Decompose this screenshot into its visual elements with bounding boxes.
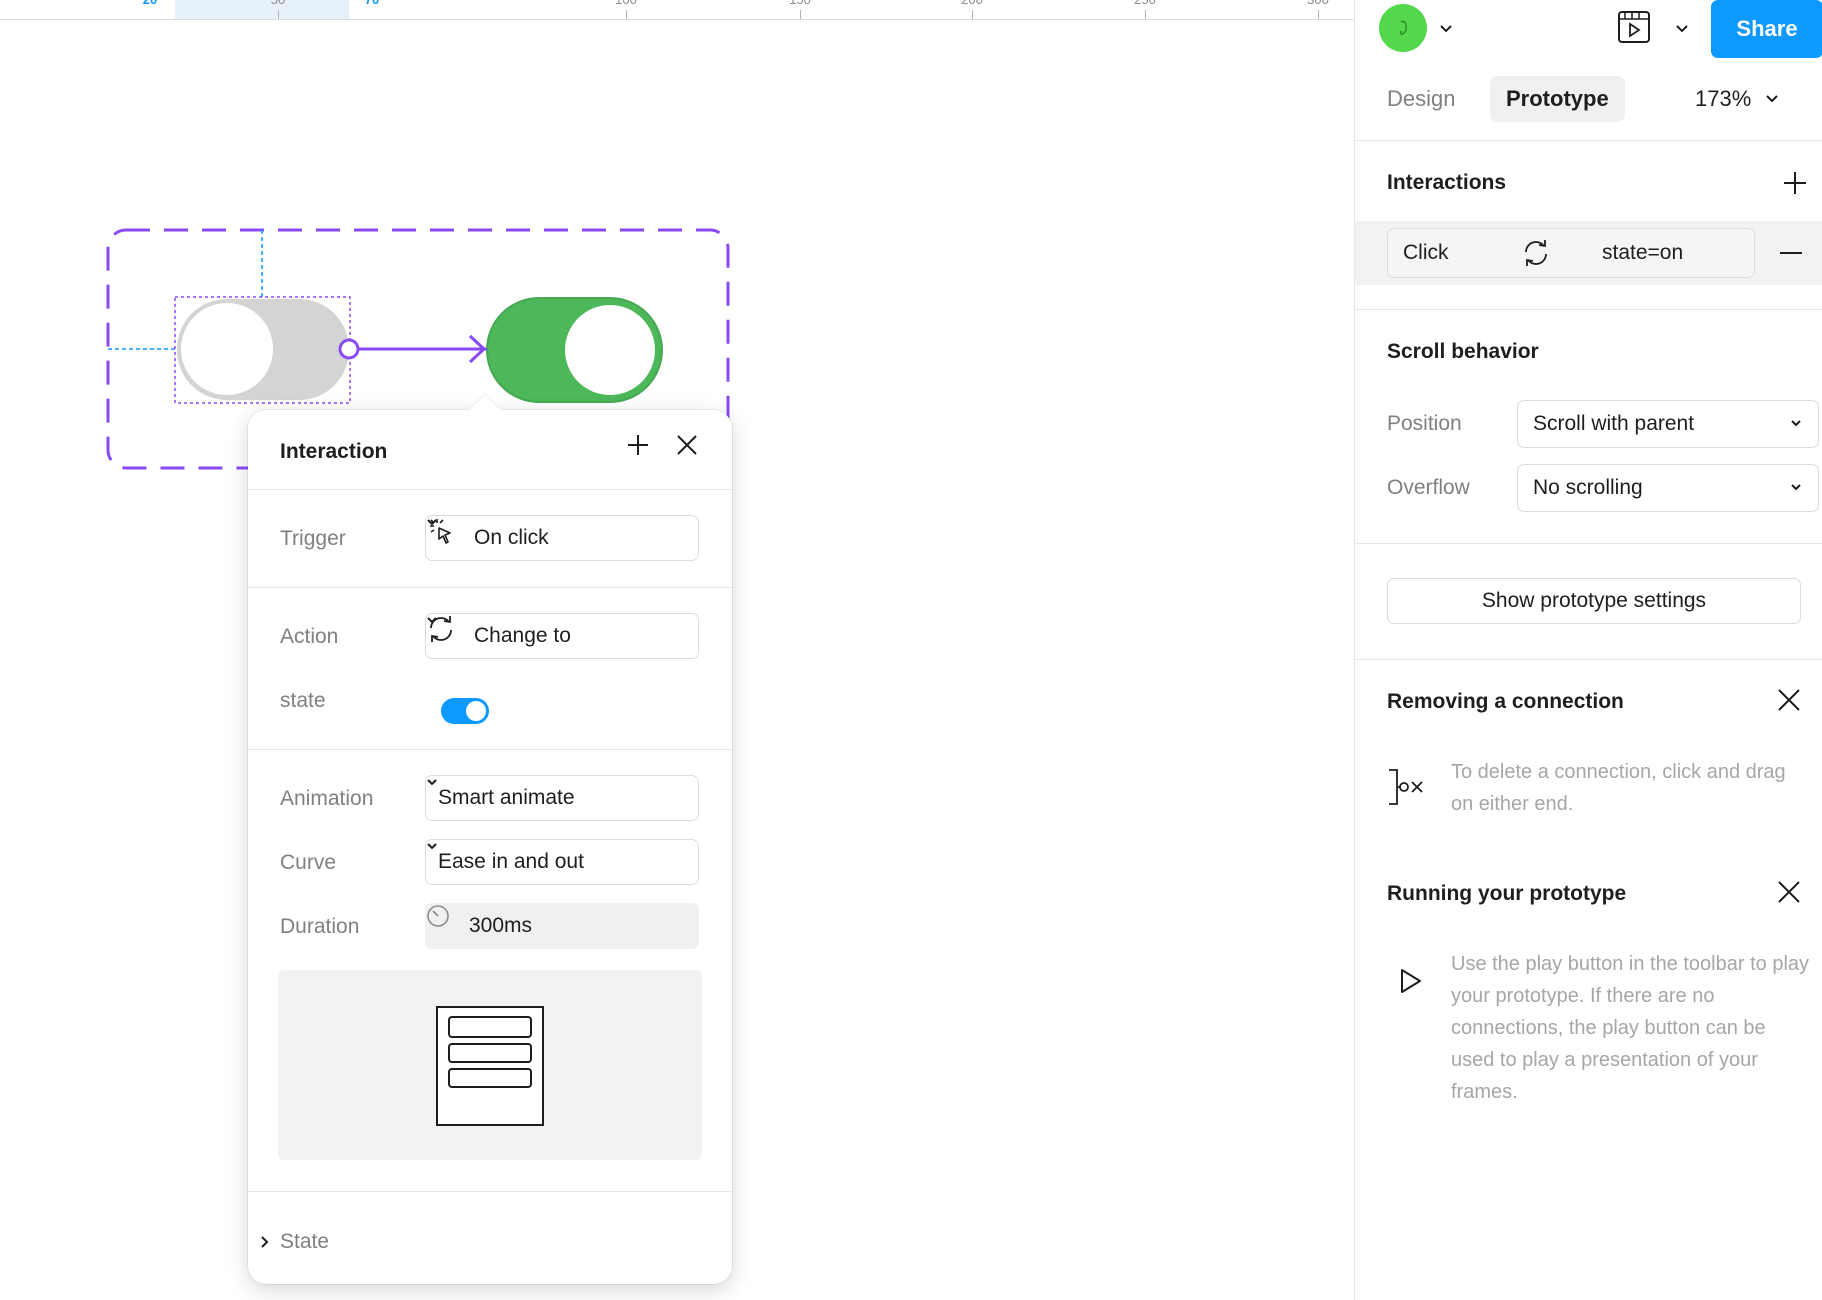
action-section: Action Change to state [248,588,732,750]
disconnect-icon [1389,769,1423,805]
plus-icon [1784,172,1806,194]
chevron-down-icon [427,779,437,786]
position-label: Position [1387,412,1462,435]
animation-value: Smart animate [438,786,575,809]
interaction-trigger: Click [1403,241,1449,264]
tab-design[interactable]: Design [1371,76,1471,122]
tab-prototype[interactable]: Prototype [1490,76,1625,122]
zoom-value: 173% [1695,86,1752,111]
trigger-select[interactable]: On click [425,515,699,561]
plus-icon [628,435,648,455]
curve-label: Curve [280,851,337,874]
chevron-down-icon [1766,95,1778,103]
connection-start-handle[interactable] [338,338,360,360]
chevron-down-icon [1791,420,1801,427]
curve-select[interactable]: Ease in and out [425,839,699,885]
state-section-toggle[interactable]: State [248,1222,732,1272]
share-button[interactable]: Share [1711,0,1822,58]
toggle-off-knob [181,303,273,395]
click-cursor-icon [430,519,468,553]
interactions-title: Interactions [1387,171,1507,194]
timer-icon [427,905,463,941]
state-section-label: State [280,1230,330,1253]
duration-label: Duration [280,915,360,938]
chevron-down-icon [427,617,437,624]
action-value: Change to [474,624,571,647]
prototype-settings-section: Show prototype settings [1355,544,1822,660]
chevron-down-icon [427,843,437,850]
dismiss-removing-tip-button[interactable] [1773,684,1805,716]
state-toggle[interactable] [441,698,489,724]
action-label: Action [280,625,339,648]
interactions-section: Interactions Click state=on [1355,140,1822,310]
removing-connection-text: To delete a connection, click and drag o… [1451,761,1786,815]
running-prototype-text: Use the play button in the toolbar to pl… [1451,953,1810,1103]
trigger-section: Trigger On click [248,490,732,588]
trigger-label: Trigger [280,527,346,550]
play-icon [1401,969,1421,993]
overflow-select[interactable]: No scrolling [1517,464,1819,512]
interaction-item[interactable]: Click state=on [1387,228,1755,278]
avatar[interactable] [1379,4,1427,52]
properties-panel: Share Design Prototype 173% Interactions… [1354,0,1822,1300]
play-frame-icon [1618,11,1650,43]
show-prototype-settings-button[interactable]: Show prototype settings [1387,578,1801,624]
animation-section: Animation Smart animate Curve Ease in an… [248,750,732,1192]
close-icon [1778,689,1800,711]
swap-icon [430,616,468,651]
chevron-down-icon [427,519,437,526]
overflow-value: No scrolling [1533,476,1643,499]
duration-value: 300ms [469,914,533,937]
running-prototype-title: Running your prototype [1387,882,1627,905]
position-select[interactable]: Scroll with parent [1517,400,1819,448]
trigger-value: On click [474,526,549,549]
overflow-label: Overflow [1387,476,1470,499]
popover-header: Interaction [248,410,732,490]
scroll-behavior-title: Scroll behavior [1387,340,1539,363]
chevron-down-icon[interactable] [1439,22,1453,36]
curve-value: Ease in and out [438,850,584,873]
running-prototype-tip: Running your prototype Use the play butt… [1355,852,1822,1132]
remove-interaction-button[interactable] [1775,237,1807,269]
add-action-button[interactable] [627,434,659,466]
close-popover-button[interactable] [676,434,708,466]
dismiss-running-tip-button[interactable] [1773,876,1805,908]
animation-label: Animation [280,787,374,810]
animation-select[interactable]: Smart animate [425,775,699,821]
interaction-popover: Interaction Trigger On click Action Chan… [248,394,732,1284]
animation-preview [278,970,702,1160]
removing-connection-tip: Removing a connection To delete a connec… [1355,660,1822,850]
action-select[interactable]: Change to [425,613,699,659]
state-property-label: state [280,689,326,712]
position-value: Scroll with parent [1533,412,1695,435]
chevron-right-icon [261,1236,269,1248]
minus-icon [1780,252,1802,254]
popover-title: Interaction [280,440,388,463]
zoom-dropdown[interactable]: 173% [1695,76,1779,122]
close-icon [1778,881,1800,903]
chevron-down-icon[interactable] [1675,22,1689,36]
removing-connection-title: Removing a connection [1387,690,1624,713]
chevron-down-icon [1791,484,1801,491]
add-interaction-button[interactable] [1779,167,1811,199]
swap-icon [1525,240,1547,266]
present-button[interactable] [1617,10,1651,44]
duration-input[interactable]: 300ms [425,903,699,949]
avatar-glyph-icon [1400,20,1407,35]
state-toggle-knob [466,701,486,721]
close-icon [677,435,697,455]
toggle-on-knob [565,305,655,395]
scroll-behavior-section: Scroll behavior Position Scroll with par… [1355,310,1822,544]
frame-preview-icon [436,1006,544,1126]
interaction-target: state=on [1602,241,1684,264]
design-canvas[interactable]: 20 50 70 100 150 200 250 300 [0,0,1354,1300]
interaction-row: Click state=on [1355,221,1822,285]
